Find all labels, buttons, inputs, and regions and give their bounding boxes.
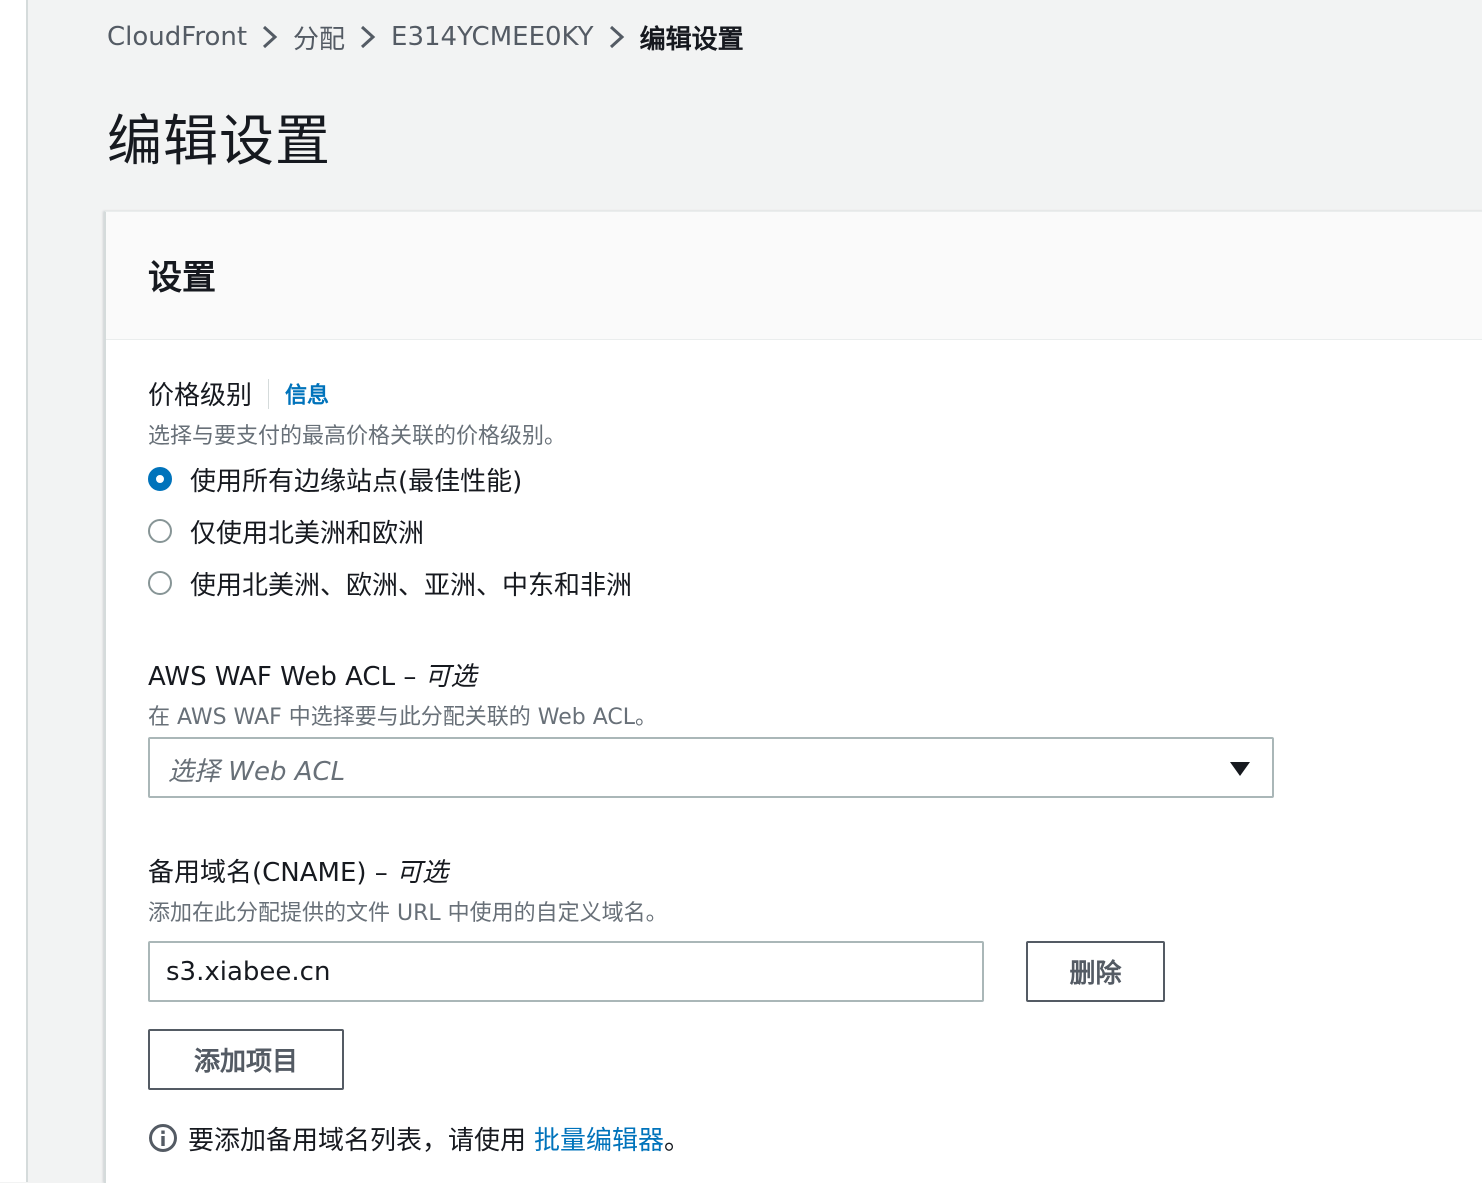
radio-button[interactable]: [148, 571, 172, 595]
chevron-right-icon: [594, 16, 640, 58]
remove-button[interactable]: 删除: [1026, 941, 1165, 1002]
price-class-description: 选择与要支付的最高价格关联的价格级别。: [148, 424, 567, 449]
radio-label: 使用所有边缘站点(最佳性能): [190, 466, 523, 497]
chevron-right-icon: [247, 16, 293, 58]
web-acl-select[interactable]: 选择 Web ACL: [148, 737, 1274, 798]
navigation-rail: [0, 0, 28, 1182]
radio-na-eu-asia-me-africa[interactable]: 使用北美洲、欧洲、亚洲、中东和非洲: [148, 563, 632, 603]
radio-button-checked[interactable]: [148, 467, 172, 491]
page-title: 编辑设置: [107, 109, 332, 173]
cname-input[interactable]: [148, 941, 984, 1002]
price-class-label-row: 价格级别 信息: [148, 375, 329, 412]
bulk-editor-link[interactable]: 批量编辑器: [534, 1120, 664, 1157]
radio-label: 仅使用北美洲和欧洲: [190, 518, 425, 549]
price-class-info-link[interactable]: 信息: [285, 384, 329, 409]
radio-button[interactable]: [148, 519, 172, 543]
breadcrumb-distributions[interactable]: 分配: [293, 19, 345, 56]
cname-optional-tag: 可选: [396, 858, 449, 888]
waf-label-row: AWS WAF Web ACL – 可选: [148, 656, 477, 693]
add-item-button[interactable]: 添加项目: [148, 1029, 344, 1090]
cname-description: 添加在此分配提供的文件 URL 中使用的自定义域名。: [148, 901, 668, 926]
panel-title: 设置: [148, 258, 216, 298]
price-class-label: 价格级别: [148, 381, 253, 411]
cname-label: 备用域名(CNAME) –: [148, 858, 397, 888]
divider: [268, 378, 270, 409]
breadcrumb-current: 编辑设置: [639, 24, 744, 55]
info-icon: [148, 1123, 178, 1153]
web-acl-placeholder: 选择 Web ACL: [168, 757, 346, 787]
settings-panel: 设置 价格级别 信息 选择与要支付的最高价格关联的价格级别。 使用所有边缘站点(最…: [104, 211, 1482, 1183]
bulk-editor-hint: 要添加备用域名列表，请使用 批量编辑器 。: [148, 1118, 690, 1158]
waf-label: AWS WAF Web ACL –: [148, 662, 425, 692]
breadcrumb-distribution-id[interactable]: E314YCMEE0KY: [391, 22, 594, 52]
panel-header: 设置: [106, 212, 1482, 340]
waf-optional-tag: 可选: [424, 662, 477, 692]
radio-label: 使用北美洲、欧洲、亚洲、中东和非洲: [190, 570, 633, 601]
radio-all-edge-locations[interactable]: 使用所有边缘站点(最佳性能): [148, 459, 522, 499]
caret-down-icon: [1230, 761, 1250, 780]
breadcrumb: CloudFront 分配 E314YCMEE0KY 编辑设置: [107, 16, 744, 58]
hint-text: 要添加备用域名列表，请使用: [188, 1125, 527, 1156]
cname-label-row: 备用域名(CNAME) – 可选: [148, 852, 448, 889]
breadcrumb-cloudfront[interactable]: CloudFront: [107, 22, 247, 52]
hint-punctuation: 。: [664, 1125, 691, 1156]
chevron-right-icon: [345, 16, 391, 58]
waf-description: 在 AWS WAF 中选择要与此分配关联的 Web ACL。: [148, 705, 658, 730]
radio-na-europe[interactable]: 仅使用北美洲和欧洲: [148, 511, 424, 551]
